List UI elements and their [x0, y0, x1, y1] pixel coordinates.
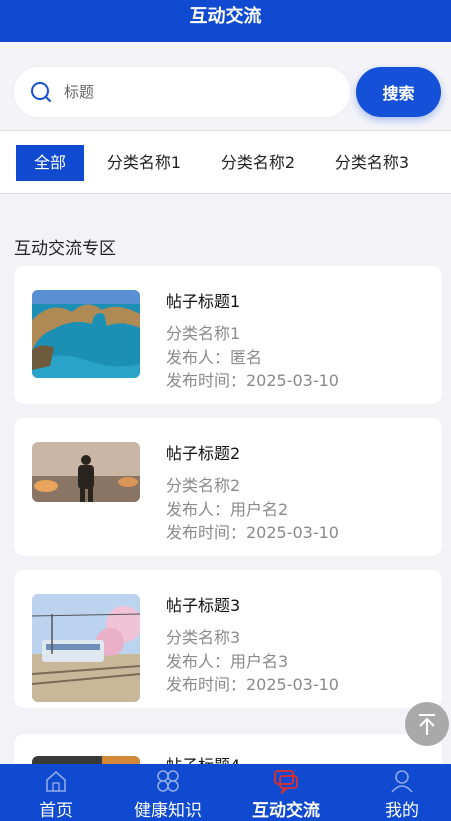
search-area: 搜索 — [0, 42, 451, 130]
search-icon — [31, 82, 51, 102]
nav-item-interaction[interactable]: 互动交流 — [230, 764, 342, 821]
page-title: 互动交流 — [189, 6, 262, 27]
grid-icon — [157, 770, 179, 792]
search-box[interactable] — [14, 67, 350, 117]
nav-label: 互动交流 — [252, 801, 320, 821]
post-title: 帖子标题3 — [166, 596, 241, 615]
tab-category-1[interactable]: 分类名称1 — [93, 145, 195, 181]
nav-item-home[interactable]: 首页 — [0, 764, 112, 821]
post-category: 分类名称2 — [166, 476, 241, 495]
header-bar: 互动交流 — [0, 0, 451, 42]
post-author: 发布人：用户名2 — [166, 500, 289, 519]
tab-all[interactable]: 全部 — [16, 145, 84, 181]
post-thumbnail — [32, 290, 140, 378]
post-author: 发布人：用户名3 — [166, 652, 289, 671]
post-time: 发布时间：2025-03-10 — [166, 675, 339, 694]
post-time: 发布时间：2025-03-10 — [166, 523, 339, 542]
home-icon — [46, 770, 66, 792]
post-card[interactable]: 帖子标题3 分类名称3 发布人：用户名3 发布时间：2025-03-10 — [14, 570, 442, 708]
post-time: 发布时间：2025-03-10 — [166, 371, 339, 390]
post-title: 帖子标题2 — [166, 444, 241, 463]
chat-icon — [274, 770, 298, 794]
nav-item-health-knowledge[interactable]: 健康知识 — [112, 764, 224, 821]
category-tabs: 全部 分类名称1 分类名称2 分类名称3 — [0, 130, 451, 194]
post-author: 发布人：匿名 — [166, 348, 263, 367]
tab-category-3[interactable]: 分类名称3 — [321, 145, 423, 181]
post-card[interactable]: 帖子标题2 分类名称2 发布人：用户名2 发布时间：2025-03-10 — [14, 418, 442, 556]
section-title: 互动交流专区 — [14, 239, 116, 259]
post-category: 分类名称3 — [166, 628, 241, 647]
tab-category-2[interactable]: 分类名称2 — [207, 145, 309, 181]
user-icon — [391, 770, 413, 793]
post-title: 帖子标题1 — [166, 292, 241, 311]
post-category: 分类名称1 — [166, 324, 241, 343]
post-thumbnail — [32, 594, 140, 702]
nav-label: 首页 — [39, 801, 73, 821]
search-input[interactable] — [64, 67, 334, 117]
post-card[interactable]: 帖子标题1 分类名称1 发布人：匿名 发布时间：2025-03-10 — [14, 266, 442, 404]
arrow-up-icon — [419, 714, 435, 735]
back-to-top-button[interactable] — [405, 702, 449, 746]
nav-item-mine[interactable]: 我的 — [346, 764, 451, 821]
nav-label: 健康知识 — [134, 801, 202, 821]
bottom-navigation: 首页 健康知识 互动交流 我的 — [0, 764, 451, 821]
search-button[interactable]: 搜索 — [356, 67, 441, 117]
post-thumbnail — [32, 442, 140, 502]
nav-label: 我的 — [385, 801, 419, 821]
